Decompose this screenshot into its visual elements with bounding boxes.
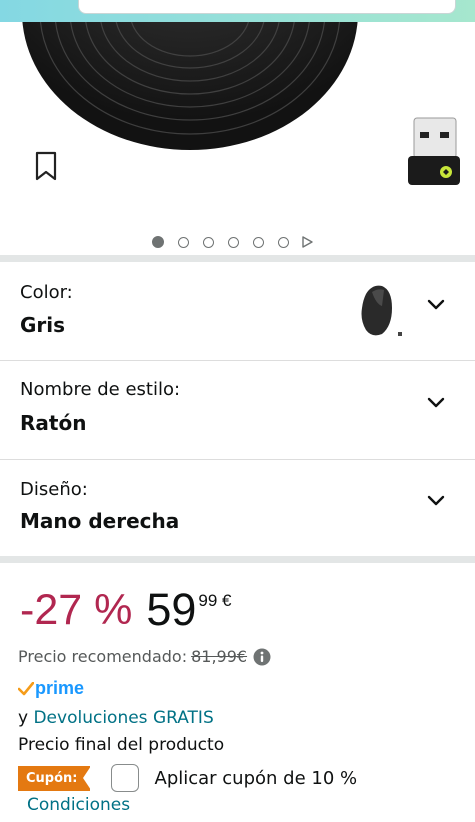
search-bar-background [0, 0, 475, 22]
prime-label: prime [35, 678, 85, 698]
prime-check-icon [18, 681, 34, 695]
option-design[interactable]: Diseño: Mano derecha [0, 460, 475, 558]
coupon-row: Cupón: Aplicar cupón de 10 % [18, 763, 357, 793]
discount-percentage: -27 % [20, 586, 133, 634]
video-play-icon[interactable] [301, 236, 313, 248]
product-image-gallery[interactable] [0, 22, 475, 254]
recommended-price-label: Precio recomendado: [18, 647, 188, 666]
chevron-down-icon[interactable] [426, 396, 446, 410]
price-fraction: 99 € [198, 591, 232, 610]
search-input[interactable] [78, 0, 456, 14]
coupon-text[interactable]: Aplicar cupón de 10 % [155, 768, 358, 789]
final-price-text: Precio final del producto [18, 735, 225, 755]
coupon-checkbox[interactable] [110, 764, 139, 792]
price-block: -27 % 59 99 € [20, 584, 232, 636]
usb-receiver-image [408, 117, 460, 185]
chevron-down-icon[interactable] [426, 298, 446, 312]
bookmark-icon [35, 151, 57, 181]
product-image[interactable] [0, 22, 475, 254]
pagination-dot-active[interactable] [152, 236, 164, 248]
prime-badge: prime [18, 678, 84, 699]
info-icon[interactable] [253, 648, 271, 666]
option-label: Diseño: [20, 479, 88, 500]
coupon-badge: Cupón: [18, 765, 90, 791]
pagination-dot[interactable] [178, 236, 189, 248]
free-returns: y Devoluciones GRATIS [18, 708, 214, 728]
pagination-dot[interactable] [203, 236, 214, 248]
section-divider [0, 556, 475, 563]
pagination-dot[interactable] [253, 236, 264, 248]
coupon-conditions-link[interactable]: Condiciones [27, 795, 130, 815]
option-label: Nombre de estilo: [20, 379, 181, 400]
recommended-price: Precio recomendado: 81,99€ [18, 647, 271, 666]
pagination-dot[interactable] [228, 236, 239, 248]
free-returns-link[interactable]: Devoluciones GRATIS [33, 708, 213, 728]
recommended-price-value: 81,99€ [191, 647, 248, 666]
chevron-down-icon[interactable] [426, 494, 446, 508]
pagination-dot[interactable] [278, 236, 289, 248]
color-swatch-mouse-thumbnail[interactable] [358, 282, 406, 342]
price-whole: 59 [146, 584, 197, 635]
option-value: Gris [20, 313, 66, 337]
returns-prefix: y [18, 708, 29, 728]
option-style[interactable]: Nombre de estilo: Ratón [0, 361, 475, 459]
section-divider [0, 255, 475, 262]
image-pagination[interactable] [152, 236, 313, 248]
option-label: Color: [20, 282, 73, 303]
option-value: Mano derecha [20, 509, 180, 533]
option-value: Ratón [20, 411, 87, 435]
